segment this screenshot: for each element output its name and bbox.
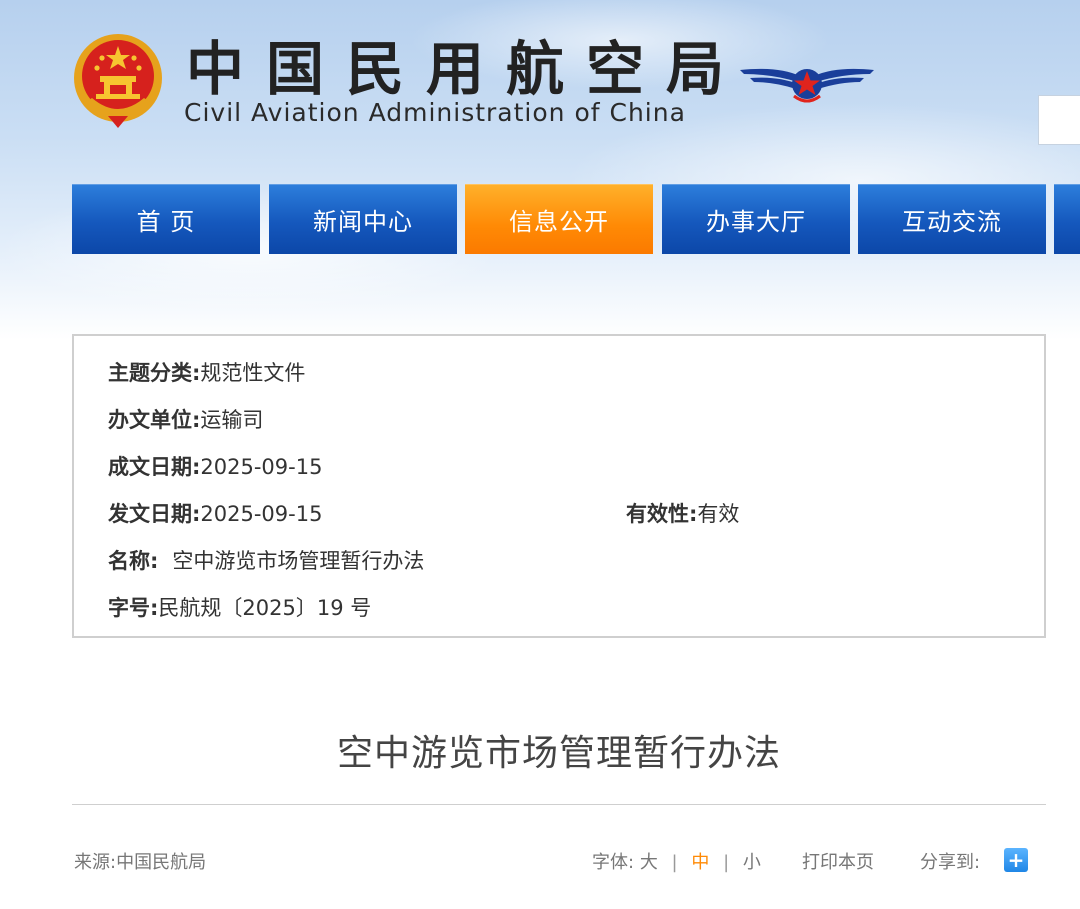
info-label-validity: 有效性: [626,502,698,526]
main-nav: 首 页 新闻中心 信息公开 办事大厅 互动交流 [72,184,1080,254]
font-size-controls: 字体: 大 | 中 | 小 [592,848,761,874]
info-label-issued: 发文日期: [108,502,201,526]
info-row-topic: 主题分类:规范性文件 [108,357,305,387]
nav-item-home[interactable]: 首 页 [72,184,260,254]
font-size-small[interactable]: 小 [743,852,761,873]
info-label-docno: 字号: [108,596,159,620]
info-value-topic: 规范性文件 [200,361,306,385]
info-value-dept: 运输司 [200,408,264,432]
font-size-separator: | [671,852,678,873]
info-value-created: 2025-09-15 [200,455,323,479]
info-value-docno: 民航规〔2025〕19 号 [158,596,372,620]
site-title-cn: 中国民用航空局 [186,35,747,103]
info-label-dept: 办文单位: [108,408,201,432]
info-label-name: 名称: [108,549,159,573]
article-title: 空中游览市场管理暂行办法 [336,733,781,774]
info-row-docno: 字号:民航规〔2025〕19 号 [108,592,371,622]
font-size-label: 字体: [592,852,635,873]
source-value: 中国民航局 [116,852,207,873]
title-divider [72,804,1046,805]
info-row-name: 名称: 空中游览市场管理暂行办法 [108,545,424,575]
info-value-validity: 有效 [697,502,740,526]
article-source: 来源:中国民航局 [74,848,206,874]
font-size-medium[interactable]: 中 [691,852,709,873]
info-label-topic: 主题分类: [108,361,201,385]
share-label: 分享到: [920,852,981,873]
national-emblem-icon [74,34,162,128]
site-title-en: Civil Aviation Administration of China [184,98,686,127]
print-page-link[interactable]: 打印本页 [802,848,874,874]
font-size-separator: | [723,852,730,873]
nav-item-services[interactable]: 办事大厅 [662,184,850,254]
caac-wings-star-icon [740,68,874,103]
nav-item-info-disclosure[interactable]: 信息公开 [465,184,653,254]
document-info-box: 主题分类:规范性文件 办文单位:运输司 成文日期:2025-09-15 发文日期… [72,334,1046,638]
nav-item-more[interactable] [1054,184,1080,254]
source-label: 来源: [74,852,117,873]
info-row-issued: 发文日期:2025-09-15 [108,498,322,528]
font-size-large[interactable]: 大 [640,852,658,873]
info-value-name: 空中游览市场管理暂行办法 [172,549,425,573]
info-row-created: 成文日期:2025-09-15 [108,451,322,481]
info-row-validity: 有效性:有效 [626,498,739,528]
search-input[interactable] [1038,95,1080,145]
info-value-issued: 2025-09-15 [200,502,323,526]
info-row-dept: 办文单位:运输司 [108,404,263,434]
nav-item-news[interactable]: 新闻中心 [269,184,457,254]
info-label-created: 成文日期: [108,455,201,479]
nav-item-interaction[interactable]: 互动交流 [858,184,1046,254]
plus-share-icon[interactable]: + [1004,848,1028,872]
